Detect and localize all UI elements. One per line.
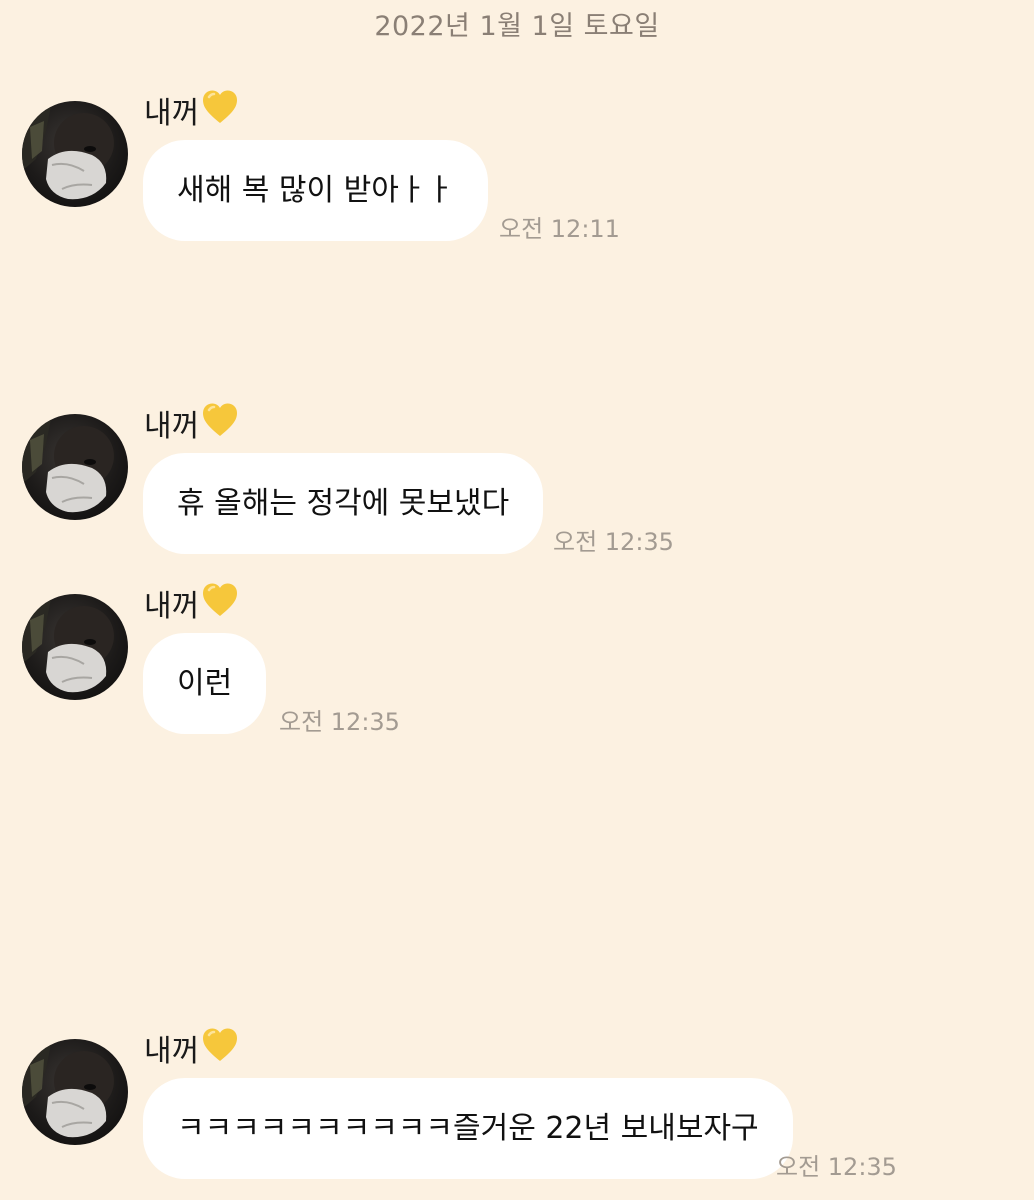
message-time: 오전 12:11 bbox=[499, 215, 620, 243]
yellow-heart-icon bbox=[201, 1027, 239, 1074]
avatar[interactable] bbox=[22, 1039, 128, 1145]
sender-name-text: 내꺼 bbox=[144, 409, 200, 444]
sender-name: 내꺼 bbox=[144, 403, 239, 444]
avatar-photo bbox=[22, 414, 114, 513]
avatar-photo bbox=[22, 101, 114, 200]
sender-name-text: 내꺼 bbox=[144, 96, 200, 131]
sender-name: 내꺼 bbox=[144, 1028, 239, 1069]
yellow-heart-icon bbox=[201, 402, 239, 449]
sender-name: 내꺼 bbox=[144, 583, 239, 624]
message-bubble[interactable]: 휴 올해는 정각에 못보냈다 bbox=[143, 453, 544, 554]
date-divider: 2022년 1월 1일 토요일 bbox=[374, 11, 660, 42]
avatar-photo bbox=[22, 594, 114, 693]
message-bubble[interactable]: ㅋㅋㅋㅋㅋㅋㅋㅋㅋㅋ즐거운 22년 보내보자구 bbox=[143, 1078, 793, 1179]
avatar[interactable] bbox=[22, 594, 128, 700]
message-time: 오전 12:35 bbox=[776, 1153, 897, 1181]
message-bubble[interactable]: 이런 bbox=[143, 633, 267, 734]
avatar-photo bbox=[22, 1039, 114, 1138]
message-bubble[interactable]: 새해 복 많이 받아ㅏㅏ bbox=[143, 140, 489, 241]
sender-name-text: 내꺼 bbox=[144, 589, 200, 624]
sender-name-text: 내꺼 bbox=[144, 1034, 200, 1069]
message-time: 오전 12:35 bbox=[279, 708, 400, 736]
avatar[interactable] bbox=[22, 101, 128, 207]
yellow-heart-icon bbox=[201, 582, 239, 629]
avatar[interactable] bbox=[22, 414, 128, 520]
yellow-heart-icon bbox=[201, 89, 239, 136]
sender-name: 내꺼 bbox=[144, 90, 239, 131]
message-time: 오전 12:35 bbox=[553, 528, 674, 556]
